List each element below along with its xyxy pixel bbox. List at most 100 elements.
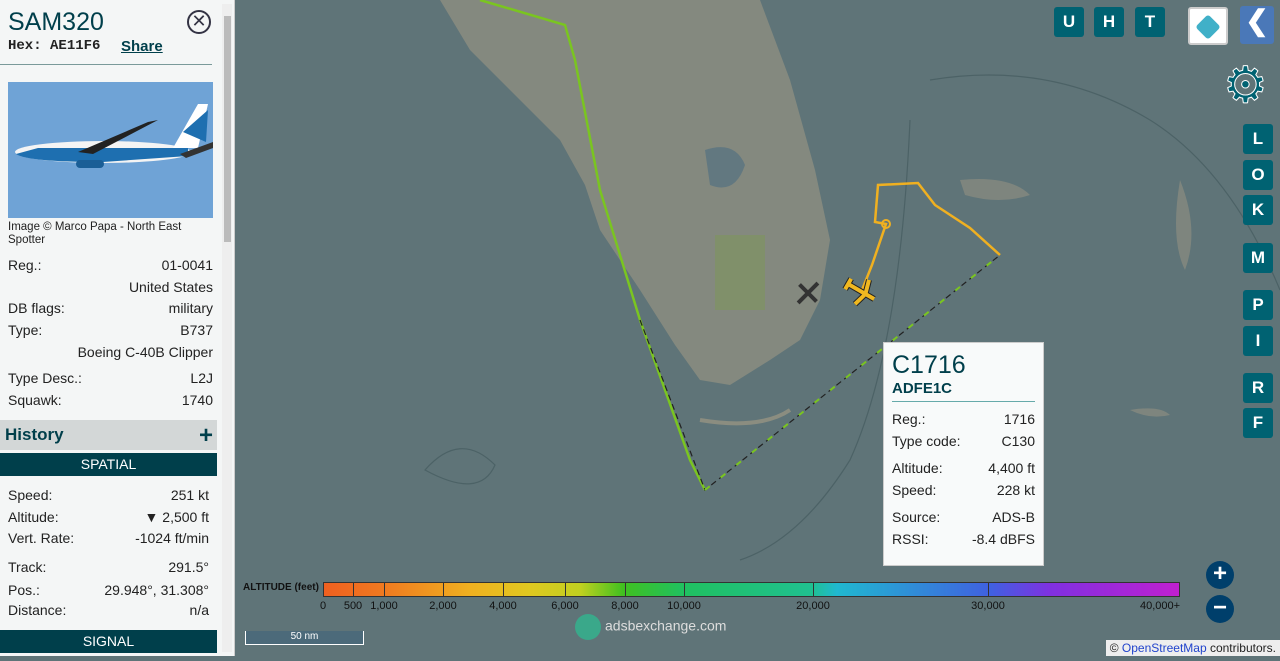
- aircraft-callsign: SAM320: [8, 8, 104, 36]
- signal-section-header: SIGNAL: [0, 630, 217, 653]
- popup-row: RSSI: -8.4 dBFS: [892, 528, 1035, 550]
- legend-tick-label: 8,000: [611, 600, 639, 612]
- popup-row: Speed: 228 kt: [892, 479, 1035, 501]
- spatial-section-header: SPATIAL: [0, 453, 217, 476]
- toggle-button-t[interactable]: T: [1135, 7, 1165, 37]
- divider: [0, 64, 212, 65]
- toggle-button-r[interactable]: R: [1243, 373, 1273, 403]
- toggle-button-m[interactable]: M: [1243, 243, 1273, 273]
- spatial-value: n/a: [189, 602, 209, 618]
- spatial-row: Pos.: 29.948°, 31.308°: [8, 582, 209, 598]
- spatial-row: Vert. Rate: -1024 ft/min: [8, 530, 209, 546]
- popup-label: Type code:: [892, 433, 961, 449]
- popup-row: Type code: C130: [892, 430, 1035, 452]
- detail-value: B737: [180, 322, 213, 338]
- everglades: [715, 235, 765, 310]
- popup-value: C130: [1001, 433, 1035, 449]
- spatial-label: Distance:: [8, 602, 67, 618]
- legend-tick: [565, 583, 566, 596]
- toggle-button-u[interactable]: U: [1054, 7, 1084, 37]
- spatial-row: Track: 291.5°: [8, 559, 209, 575]
- settings-gear-icon[interactable]: ⚙: [1223, 60, 1269, 111]
- legend-tick-label: 30,000: [971, 600, 1005, 612]
- popup-label: Reg.:: [892, 411, 926, 427]
- attribution-prefix: ©: [1109, 641, 1122, 655]
- chevron-left-icon: ❮: [1245, 5, 1269, 36]
- aircraft-c1716-icon: [842, 277, 876, 307]
- spatial-label: Pos.:: [8, 582, 40, 598]
- aircraft-info-panel: SAM320 Hex: AE11F6 Share ✕ Image © Marco…: [0, 0, 235, 656]
- detail-row: United States: [8, 279, 213, 295]
- sidebar-scrollbar[interactable]: [222, 4, 232, 652]
- legend-tick-label: 10,000: [667, 600, 701, 612]
- scrollbar-thumb[interactable]: [224, 16, 231, 242]
- toggle-button-h[interactable]: H: [1094, 7, 1124, 37]
- map-canvas: [424, 0, 1280, 561]
- layers-button[interactable]: [1188, 7, 1228, 45]
- spatial-label: Track:: [8, 559, 47, 575]
- popup-callsign: C1716: [892, 351, 966, 379]
- toggle-button-p[interactable]: P: [1243, 290, 1273, 320]
- zoom-in-button[interactable]: +: [1206, 561, 1234, 589]
- toggle-button-f[interactable]: F: [1243, 408, 1273, 438]
- legend-tick: [684, 583, 685, 596]
- popup-value: 228 kt: [996, 482, 1035, 498]
- legend-tick-label: 0: [319, 600, 327, 612]
- watermark-text: adsbexchange.com: [605, 617, 727, 634]
- map-attribution: © OpenStreetMap contributors.: [1105, 640, 1280, 656]
- share-link[interactable]: Share: [121, 38, 163, 55]
- detail-label: Reg.:: [8, 257, 42, 273]
- spatial-value: 291.5°: [168, 559, 209, 575]
- detail-row: DB flags: military: [8, 300, 213, 316]
- spatial-value: 251 kt: [170, 487, 209, 503]
- spatial-label: Altitude:: [8, 509, 59, 525]
- detail-label: Type Desc.:: [8, 370, 82, 386]
- history-header[interactable]: History +: [0, 420, 217, 450]
- adsbx-logo-icon: [575, 614, 601, 640]
- popup-value: 4,400 ft: [988, 460, 1035, 476]
- spatial-value: 29.948°, 31.308°: [104, 582, 209, 598]
- toggle-button-l[interactable]: L: [1243, 124, 1273, 154]
- map[interactable]: UHT ❮ ⚙ LOKMPIRF C1716 ADFE1C Reg.: 1716 T…: [235, 0, 1280, 656]
- legend-tick-label: 20,000: [796, 600, 830, 612]
- detail-value: 1740: [181, 392, 213, 408]
- popup-value: -8.4 dBFS: [971, 531, 1035, 547]
- history-label: History: [5, 425, 64, 444]
- popup-hex: ADFE1C: [892, 380, 1035, 402]
- boundary-line: [424, 74, 1280, 561]
- aircraft-popup[interactable]: C1716 ADFE1C Reg.: 1716 Type code: C130 Alti…: [883, 342, 1044, 566]
- legend-tick-label: 40,000+: [1139, 600, 1181, 612]
- detail-row: Type: B737: [8, 322, 213, 338]
- legend-tick-label: 500: [343, 600, 363, 612]
- detail-value: Boeing C-40B Clipper: [77, 344, 213, 360]
- zoom-out-button[interactable]: −: [1206, 595, 1234, 623]
- aircraft-photo[interactable]: [8, 82, 213, 218]
- legend-tick: [625, 583, 626, 596]
- keys: [699, 408, 792, 426]
- detail-row: Reg.: 01-0041: [8, 257, 213, 273]
- detail-label: Squawk:: [8, 392, 62, 408]
- popup-label: Speed:: [892, 482, 937, 498]
- legend-tick-label: 6,000: [551, 600, 579, 612]
- popup-label: Source:: [892, 509, 941, 525]
- florida-land: [440, 0, 830, 385]
- popup-label: RSSI:: [892, 531, 929, 547]
- toggle-button-i[interactable]: I: [1243, 326, 1273, 356]
- toggle-button-k[interactable]: K: [1243, 195, 1273, 225]
- osm-link[interactable]: OpenStreetMap: [1122, 641, 1207, 655]
- detail-row: Type Desc.: L2J: [8, 370, 213, 386]
- spatial-label: Speed:: [8, 487, 53, 503]
- legend-tick-label: 4,000: [489, 600, 517, 612]
- track-c1716: [860, 181, 1001, 291]
- hex-code: Hex: AE11F6: [8, 38, 100, 54]
- hex-value: AE11F6: [50, 38, 101, 54]
- close-icon[interactable]: ✕: [187, 10, 211, 34]
- image-credit: Image © Marco Papa - North East Spotter: [8, 221, 182, 246]
- expand-plus-icon[interactable]: +: [199, 422, 213, 450]
- detail-label: Type:: [8, 322, 43, 338]
- legend-tick-label: 1,000: [370, 600, 398, 612]
- toggle-button-o[interactable]: O: [1243, 160, 1273, 190]
- spatial-value: ▼ 2,500 ft: [144, 509, 209, 525]
- collapse-sidebar-button[interactable]: ❮: [1240, 6, 1274, 44]
- detail-value: 01-0041: [161, 257, 213, 273]
